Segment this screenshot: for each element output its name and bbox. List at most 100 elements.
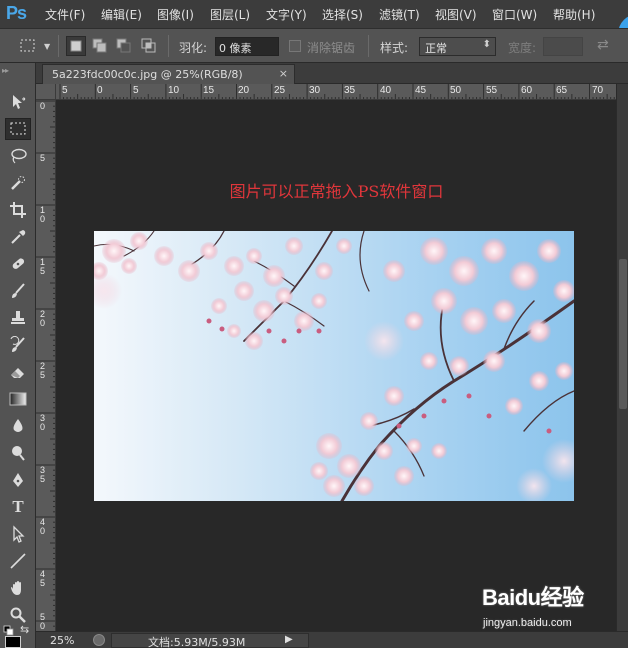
panel-grip-icon[interactable]: ▸▸ [2, 66, 9, 75]
crop-tool-icon[interactable] [5, 199, 31, 221]
tools-panel: ▸▸ T ⇆ [0, 63, 36, 648]
vertical-ruler: 0 5 10 15 20 25 30 35 40 45 50 [36, 100, 56, 631]
separator [168, 35, 169, 57]
quick-selection-tool-icon[interactable] [5, 172, 31, 194]
ruler-label: 60 [521, 85, 533, 96]
ruler-label: 45 [40, 569, 46, 588]
ruler-label: 50 [450, 85, 462, 96]
ruler-label: 10 [40, 205, 46, 224]
menu-layer[interactable]: 图层(L) [210, 6, 250, 23]
options-bar: ▼ 羽化: 0 像素 消除锯齿 样式: 正常 ⬍ 宽度: ⇄ [0, 28, 628, 63]
ruler-label: 70 [592, 85, 604, 96]
document-tab-title: 5a223fdc00c0c.jpg @ 25%(RGB/8) [52, 68, 243, 81]
feather-label: 羽化: [179, 41, 208, 55]
move-tool-icon[interactable] [5, 91, 31, 113]
document-tab-bar: 5a223fdc00c0c.jpg @ 25%(RGB/8) × [36, 63, 628, 84]
status-bar: 25% 文档:5.93M/5.93M ▶ [36, 631, 628, 648]
ruler-label: 5 [62, 85, 68, 96]
document-canvas[interactable]: 图片可以正常拖入PS软件窗口 [57, 101, 616, 631]
hand-tool-icon[interactable] [5, 577, 31, 599]
ruler-label: 0 [40, 101, 46, 111]
style-label: 样式: [380, 41, 409, 55]
baidu-watermark: Baidu经验 jingyan.baidu.com [480, 580, 628, 632]
close-icon[interactable]: × [279, 67, 288, 80]
menu-bar: Ps 文件(F) 编辑(E) 图像(I) 图层(L) 文字(Y) 选择(S) 滤… [0, 0, 628, 54]
ruler-label: 30 [40, 413, 46, 432]
ruler-label: 40 [380, 85, 392, 96]
clone-stamp-tool-icon[interactable] [5, 307, 31, 329]
lasso-tool-icon[interactable] [5, 145, 31, 167]
ruler-label: 20 [40, 309, 46, 328]
chevron-updown-icon: ⬍ [482, 39, 491, 50]
gradient-tool-icon[interactable] [5, 388, 31, 410]
ruler-label: 45 [415, 85, 427, 96]
scrollbar-thumb[interactable] [619, 259, 627, 409]
ruler-label: 65 [556, 85, 568, 96]
ruler-label: 15 [40, 257, 46, 276]
separator [368, 35, 369, 57]
blur-tool-icon[interactable] [5, 415, 31, 437]
width-label: 宽度: [508, 41, 537, 55]
feather-input[interactable]: 0 像素 [215, 37, 279, 56]
dodge-tool-icon[interactable] [5, 442, 31, 464]
foreground-color-swatch[interactable] [5, 636, 21, 648]
status-info-icon[interactable] [93, 634, 105, 646]
ruler-label: 20 [238, 85, 250, 96]
preset-dropdown-icon[interactable]: ▼ [44, 42, 50, 51]
menu-help[interactable]: 帮助(H) [553, 6, 595, 23]
antialias-label: 消除锯齿 [307, 41, 356, 55]
menu-edit[interactable]: 编辑(E) [101, 6, 142, 23]
cherry-blossom-image [94, 231, 574, 501]
add-selection-button[interactable] [91, 37, 109, 58]
menu-window[interactable]: 窗口(W) [492, 6, 537, 23]
subtract-selection-button[interactable] [115, 37, 133, 58]
ruler-label: 35 [344, 85, 356, 96]
swap-icon[interactable]: ⇄ [597, 37, 609, 53]
menu-filter[interactable]: 滤镜(T) [379, 6, 420, 23]
ruler-label: 10 [168, 85, 180, 96]
ruler-origin[interactable] [36, 84, 56, 100]
watermark-brand: Baidu经验 [482, 585, 584, 610]
vertical-scrollbar[interactable] [616, 84, 628, 631]
ruler-label: 35 [40, 465, 46, 484]
marquee-preset-icon[interactable] [20, 39, 36, 56]
style-select[interactable]: 正常 ⬍ [419, 37, 496, 56]
ruler-label: 40 [40, 517, 46, 536]
menu-select[interactable]: 选择(S) [322, 6, 363, 23]
rectangular-marquee-tool-icon[interactable] [5, 118, 31, 140]
ruler-label: 50 [40, 612, 46, 631]
ruler-label: 25 [274, 85, 286, 96]
new-selection-button[interactable] [66, 36, 86, 56]
ruler-label: 5 [133, 85, 139, 96]
type-tool-icon[interactable]: T [5, 496, 31, 518]
document-size-info: 文档:5.93M/5.93M [148, 636, 246, 648]
healing-brush-tool-icon[interactable] [5, 253, 31, 275]
menu-view[interactable]: 视图(V) [435, 6, 477, 23]
horizontal-ruler: 5 0 5 10 15 20 25 30 35 40 45 50 55 60 6… [56, 84, 616, 100]
eraser-tool-icon[interactable] [5, 361, 31, 383]
brush-tool-icon[interactable] [5, 280, 31, 302]
eyedropper-tool-icon[interactable] [5, 226, 31, 248]
intersect-selection-button[interactable] [140, 37, 158, 58]
canvas-caption: 图片可以正常拖入PS软件窗口 [229, 182, 444, 201]
line-tool-icon[interactable] [5, 550, 31, 572]
width-input[interactable] [543, 37, 583, 56]
path-selection-tool-icon[interactable] [5, 523, 31, 545]
document-tab[interactable]: 5a223fdc00c0c.jpg @ 25%(RGB/8) × [42, 64, 295, 84]
ruler-label: 55 [486, 85, 498, 96]
zoom-level[interactable]: 25% [50, 634, 74, 647]
cherry-blossom-photo[interactable] [94, 231, 574, 501]
history-brush-tool-icon[interactable] [5, 334, 31, 356]
menu-image[interactable]: 图像(I) [157, 6, 194, 23]
ruler-label: 25 [40, 361, 46, 380]
menu-type[interactable]: 文字(Y) [266, 6, 307, 23]
separator [58, 35, 59, 57]
antialias-checkbox[interactable] [289, 40, 301, 52]
menu-file[interactable]: 文件(F) [45, 6, 85, 23]
swap-colors-icon[interactable]: ⇆ [20, 623, 29, 636]
pen-tool-icon[interactable] [5, 469, 31, 491]
status-menu-arrow-icon[interactable]: ▶ [285, 634, 293, 645]
photoshop-logo: Ps [6, 3, 27, 23]
ruler-label: 30 [309, 85, 321, 96]
ruler-label: 15 [203, 85, 215, 96]
